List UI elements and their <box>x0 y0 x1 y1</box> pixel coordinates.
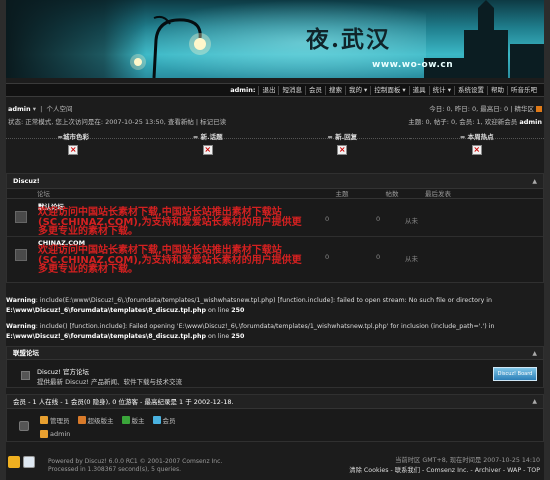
user-info-bar: admin ▾ | 个人空间 状态: 正常模式, 您上次访问是在: 2007-1… <box>8 103 542 126</box>
online-user-link[interactable]: admin <box>50 430 70 438</box>
nav-tools[interactable]: 道具 <box>408 86 429 95</box>
online-user: admin <box>40 430 70 438</box>
nav-music[interactable]: 听音乐吧 <box>507 86 540 95</box>
super-moderator-icon <box>77 416 86 424</box>
page-footer: Powered by Discuz! 6.0.0 RC1 © 2001-2007… <box>6 450 544 480</box>
section-header-city-colors: =城市色彩 <box>6 131 141 141</box>
forum-row: CHINAZ.COM 欢迎访问中国站长素材下载,中国站长站推出素材下载站(SC.… <box>7 237 543 275</box>
forum-link-icon <box>21 371 30 380</box>
section-header-weekly-hot: = 本周热点 <box>409 131 544 141</box>
affiliate-forum-link[interactable]: Discuz! 官方论坛 <box>37 366 89 376</box>
forum-post-count: 0 <box>376 253 381 261</box>
footer-links[interactable]: 清除 Cookies - 联系我们 - Comsenz Inc. - Archi… <box>349 466 540 476</box>
section-header-new-topics: = 新.话题 <box>140 131 275 141</box>
forum-last-post: 从未 <box>405 255 418 263</box>
page-wrapper: 夜.武汉 www.wo-ow.cn admin: 退出 短消息 会员 搜索 我的… <box>6 0 544 480</box>
nav-my-menu[interactable]: 我的 ▾ <box>344 86 370 95</box>
rss-icon[interactable] <box>536 106 542 112</box>
nav-control-panel[interactable]: 控制面板 ▾ <box>370 86 408 95</box>
column-last-post: 最后发表 <box>425 190 451 198</box>
forum-post-count: 0 <box>376 215 381 223</box>
comsenz-logo-icon[interactable] <box>23 456 35 468</box>
admin-group-icon <box>40 430 48 438</box>
forum-description: 欢迎访问中国站长素材下载,中国站长站推出素材下载站(SC.CHINAZ.COM)… <box>38 207 302 237</box>
forum-category-discuz: Discuz! ▲ 论坛 主题 帖数 最后发表 默认论坛 欢迎访问中国站长素材下… <box>6 173 544 283</box>
column-topics: 主题 <box>335 190 349 198</box>
section-header-new-replies: = 新.回复 <box>275 131 410 141</box>
newest-member-link[interactable]: admin <box>519 118 542 126</box>
main-navbar: admin: 退出 短消息 会员 搜索 我的 ▾ 控制面板 ▾ 道具 统计 ▾ … <box>6 83 544 97</box>
online-members: 会员 - 1 人在线 - 1 会员(0 隐身), 0 位游客 - 最高纪录是 1… <box>6 394 544 442</box>
nav-logout[interactable]: 退出 <box>258 86 278 95</box>
broken-image-icon: × <box>202 145 213 155</box>
member-stats: 主题: 0, 帖子: 0, 会员: 1, 欢迎新会员 <box>408 118 520 126</box>
username-link[interactable]: admin <box>8 105 31 113</box>
member-group-legend: 管理员 超级版主 版主 会员 <box>40 415 176 425</box>
site-stats: 今日: 0, 昨日: 0, 最高日: 0 | 精华区 主题: 0, 帖子: 0,… <box>408 103 542 126</box>
featured-sections: =城市色彩 = 新.话题 = 新.回复 = 本周热点 × × × × <box>6 131 544 161</box>
collapse-icon[interactable]: ▲ <box>532 395 537 409</box>
forum-topic-count: 0 <box>325 215 330 223</box>
nav-stats[interactable]: 统计 ▾ <box>428 86 454 95</box>
column-forum: 论坛 <box>37 190 50 198</box>
banner-url: www.wo-ow.cn <box>372 60 454 70</box>
category-title: Discuz! ▲ <box>7 174 543 189</box>
processed-time: Processed in 1.308367 second(s), 5 queri… <box>48 466 181 473</box>
broken-image-icon: × <box>337 145 348 155</box>
php-warning: Warning: include(E:\www\Discuz!_6\.\foru… <box>6 297 493 314</box>
banner-title: 夜.武汉 <box>306 26 392 53</box>
forum-status-icon <box>15 211 27 223</box>
forum-row: 默认论坛 欢迎访问中国站长素材下载,中国站长站推出素材下载站(SC.CHINAZ… <box>7 199 543 237</box>
member-icon <box>152 416 161 424</box>
forum-description: 欢迎访问中国站长素材下载,中国站长站推出素材下载站(SC.CHINAZ.COM)… <box>38 245 302 275</box>
collapse-icon[interactable]: ▲ <box>532 347 537 360</box>
powered-by: Powered by Discuz! 6.0.0 RC1 © 2001-2007… <box>48 458 223 465</box>
forum-status-icon <box>15 249 27 261</box>
column-posts: 帖数 <box>385 190 399 198</box>
timezone-info: 当前时区 GMT+8, 现在时间是 2007-10-25 14:10 <box>395 457 540 464</box>
user-menu-caret[interactable]: ▾ <box>33 105 36 113</box>
daily-stats: 今日: 0, 昨日: 0, 最高日: 0 | 精华区 <box>429 105 534 113</box>
affiliate-banner[interactable]: Discuz! Board <box>493 367 537 381</box>
nav-members[interactable]: 会员 <box>304 86 325 95</box>
broken-image-icon: × <box>471 145 482 155</box>
nav-search[interactable]: 搜索 <box>324 86 345 95</box>
site-banner: 夜.武汉 www.wo-ow.cn <box>6 0 544 78</box>
online-title: 会员 - 1 人在线 - 1 会员(0 隐身), 0 位游客 - 最高纪录是 1… <box>7 395 543 409</box>
online-users-icon <box>19 421 29 431</box>
forum-topic-count: 0 <box>325 253 330 261</box>
admin-group-icon <box>40 416 48 424</box>
affiliate-forums: 联盟论坛 ▲ Discuz! 官方论坛 提供最新 Discuz! 产品新闻、软件… <box>6 346 544 388</box>
broken-image-icon: × <box>68 145 79 155</box>
affiliate-forum-description: 提供最新 Discuz! 产品新闻、软件下载与技术交流 <box>37 378 183 386</box>
collapse-icon[interactable]: ▲ <box>532 174 537 189</box>
street-lamp-illustration <box>130 15 211 78</box>
personal-space-link[interactable]: 个人空间 <box>46 105 72 113</box>
nav-system-settings[interactable]: 系统设置 <box>454 86 487 95</box>
discuz-logo-icon[interactable] <box>8 456 20 468</box>
forum-column-headers: 论坛 主题 帖数 最后发表 <box>7 189 543 199</box>
forum-last-post: 从未 <box>405 217 418 225</box>
nav-help[interactable]: 帮助 <box>487 86 507 95</box>
nav-username[interactable]: admin: <box>227 86 258 95</box>
nav-messages[interactable]: 短消息 <box>278 86 305 95</box>
php-warning: Warning: include() [function.include]: F… <box>6 323 495 340</box>
affiliate-title: 联盟论坛 ▲ <box>7 347 543 360</box>
moderator-icon <box>121 416 130 424</box>
